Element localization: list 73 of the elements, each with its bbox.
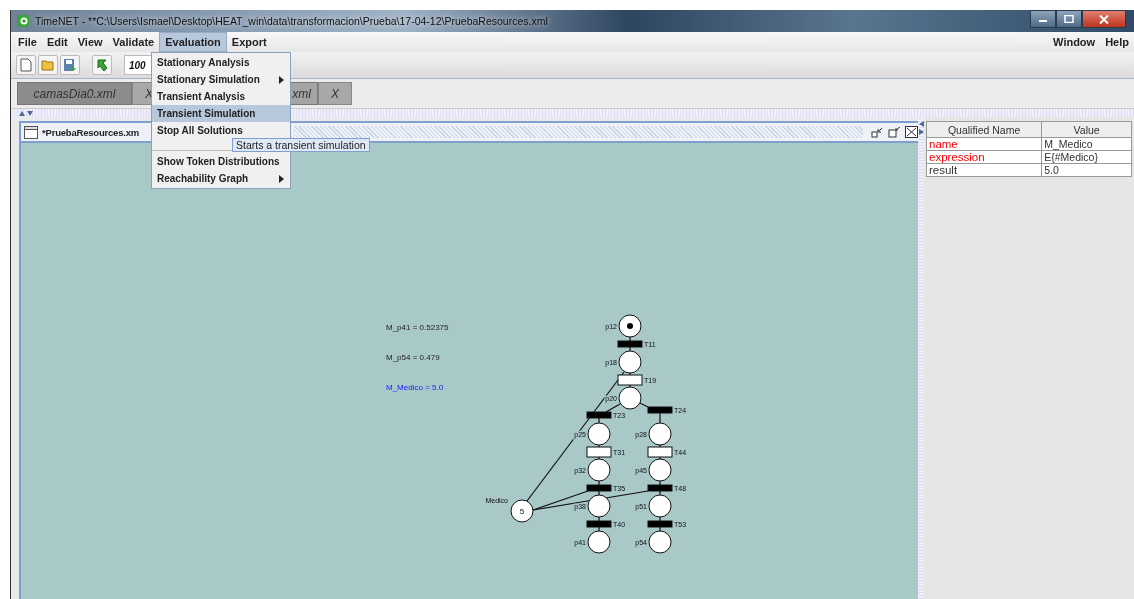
transition-bar[interactable] bbox=[586, 446, 612, 458]
menu-item[interactable]: File bbox=[13, 33, 42, 51]
document-tab[interactable]: camasDia0.xml bbox=[17, 82, 132, 105]
property-value[interactable]: E{#Medico} bbox=[1041, 150, 1132, 164]
maximize-icon bbox=[1064, 15, 1074, 23]
place-circle[interactable] bbox=[587, 530, 611, 554]
menu-item[interactable]: Window bbox=[1048, 33, 1101, 51]
place-circle[interactable] bbox=[618, 314, 642, 338]
close-icon[interactable] bbox=[905, 126, 918, 138]
property-value[interactable]: M_Medico bbox=[1041, 137, 1132, 151]
transition-bar[interactable] bbox=[647, 446, 673, 458]
result-label: M_Medico = 5.0 bbox=[386, 383, 444, 392]
app-logo-icon bbox=[17, 15, 29, 27]
place-circle[interactable] bbox=[648, 494, 672, 518]
menu-item[interactable]: Evaluation bbox=[159, 32, 227, 52]
close-icon bbox=[1099, 14, 1109, 24]
arc-line bbox=[659, 412, 661, 424]
collapse-arrows-icon[interactable] bbox=[19, 110, 33, 116]
page-icon bbox=[20, 58, 32, 72]
place-circle[interactable] bbox=[618, 350, 642, 374]
submenu-arrow-icon bbox=[279, 75, 284, 84]
property-name: result bbox=[929, 164, 958, 176]
menu-option[interactable]: Show Token Distributions bbox=[152, 153, 290, 170]
place-circle[interactable] bbox=[587, 422, 611, 446]
arc-line bbox=[629, 336, 631, 342]
tab-close-button[interactable]: X bbox=[318, 82, 352, 105]
arc-line bbox=[659, 490, 661, 496]
menu-item[interactable]: Edit bbox=[41, 33, 73, 51]
document-title: *PruebaResources.xm bbox=[42, 126, 140, 138]
property-name: expression bbox=[929, 151, 985, 163]
property-value[interactable]: 5.0 bbox=[1041, 163, 1132, 177]
place-circle[interactable] bbox=[648, 530, 672, 554]
property-name: name bbox=[929, 138, 958, 150]
arc-line bbox=[629, 346, 631, 352]
maximize-icon[interactable] bbox=[888, 126, 901, 138]
token-dot bbox=[627, 323, 633, 329]
arc-line bbox=[659, 480, 661, 486]
arc-line bbox=[598, 516, 600, 522]
menu-option[interactable]: Reachability Graph bbox=[152, 170, 290, 187]
place-circle[interactable] bbox=[587, 458, 611, 482]
column-header[interactable]: Value bbox=[1041, 121, 1132, 138]
result-label: M_p54 = 0.479 bbox=[386, 353, 440, 362]
minimize-button[interactable] bbox=[1030, 10, 1056, 28]
menu-item[interactable]: Validate bbox=[107, 33, 160, 51]
refresh-button[interactable] bbox=[92, 55, 112, 75]
result-label: M_p41 = 0.52375 bbox=[386, 323, 449, 332]
split-arrows-icon[interactable] bbox=[918, 121, 924, 135]
arrow-icon bbox=[95, 58, 109, 72]
save-button[interactable] bbox=[60, 55, 80, 75]
submenu-arrow-icon bbox=[279, 174, 284, 183]
place-circle[interactable] bbox=[587, 494, 611, 518]
place-circle[interactable] bbox=[648, 422, 672, 446]
arc-line bbox=[659, 526, 661, 532]
column-header[interactable]: Qualified Name bbox=[926, 121, 1042, 138]
resource-place[interactable] bbox=[510, 499, 534, 523]
window-title: TimeNET - **C:\Users\Ismael\Desktop\HEAT_win\data\transformacion\Prueba\17-04-12\PruebaResources.xml bbox=[35, 15, 548, 27]
place-circle[interactable] bbox=[648, 458, 672, 482]
arc-line bbox=[598, 526, 600, 532]
close-button[interactable] bbox=[1082, 10, 1126, 28]
place-value: 5 bbox=[519, 507, 525, 516]
arc-line bbox=[659, 516, 661, 522]
menu-item[interactable]: View bbox=[72, 33, 108, 51]
iconify-icon[interactable] bbox=[871, 126, 884, 138]
menu-option[interactable]: Stop All Solutions bbox=[152, 122, 290, 139]
maximize-button[interactable] bbox=[1056, 10, 1082, 28]
menu-option[interactable]: Transient Simulation bbox=[152, 105, 290, 122]
menu-item[interactable]: Export bbox=[226, 33, 272, 51]
transition-bar[interactable] bbox=[617, 374, 643, 386]
menu-item[interactable]: Help bbox=[1100, 33, 1134, 51]
tooltip: Starts a transient simulation bbox=[232, 138, 370, 152]
place-circle[interactable] bbox=[618, 386, 642, 410]
folder-icon bbox=[41, 59, 55, 71]
document-window-icon bbox=[24, 125, 38, 139]
